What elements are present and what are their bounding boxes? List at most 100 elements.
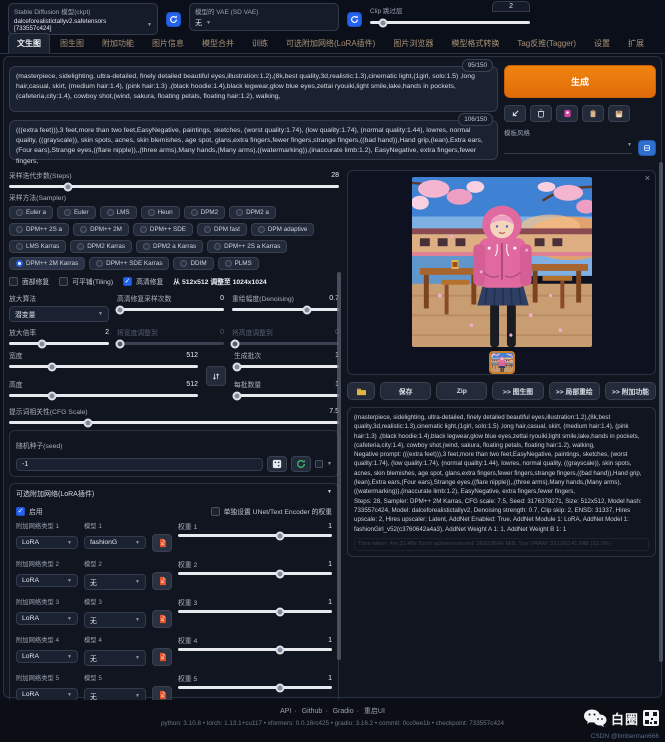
- resize-width-slider[interactable]: [117, 342, 224, 345]
- hires-steps-slider[interactable]: [117, 308, 224, 311]
- gallery-thumbnail[interactable]: [489, 351, 515, 374]
- sampler-option[interactable]: PLMS: [218, 257, 259, 270]
- github-link[interactable]: Github: [302, 708, 323, 715]
- save-image-button[interactable]: 保存: [380, 382, 431, 400]
- tab-model-converter[interactable]: 模型格式转换: [443, 34, 507, 53]
- width-slider[interactable]: [9, 365, 198, 368]
- swap-dimensions-button[interactable]: [206, 366, 226, 386]
- close-icon[interactable]: ×: [645, 173, 650, 183]
- checkpoint-dropdown[interactable]: Stable Diffusion 模型(ckpt) dalceforealist…: [8, 3, 158, 35]
- extra-seed-checkbox[interactable]: [315, 460, 323, 468]
- zip-button[interactable]: Zip: [436, 382, 487, 400]
- send-to-inpaint-button[interactable]: >> 局部重绘: [549, 382, 600, 400]
- style-dropdown[interactable]: ▼: [504, 142, 632, 154]
- lora-type-dropdown[interactable]: LoRA▼: [16, 536, 78, 549]
- lora-model-file-button[interactable]: [152, 648, 172, 666]
- clip-skip-value[interactable]: 2: [492, 1, 530, 12]
- tab-img2img[interactable]: 图生图: [52, 34, 92, 53]
- settings-scrollbar[interactable]: [337, 272, 341, 660]
- height-slider[interactable]: [9, 394, 198, 397]
- tab-settings[interactable]: 设置: [586, 34, 618, 53]
- face-restore-checkbox[interactable]: 面部修复: [9, 276, 49, 286]
- lora-model-dropdown[interactable]: 无▼: [84, 574, 146, 590]
- lora-weight-slider[interactable]: [178, 572, 332, 575]
- sampler-option[interactable]: LMS: [100, 206, 137, 219]
- vae-dropdown[interactable]: 模型的 VAE (SD VAE) 无▼: [189, 3, 339, 31]
- separate-weights-checkbox[interactable]: 单独设置 UNet/Text Encoder 的权重: [211, 506, 332, 516]
- upscale-by-slider[interactable]: [9, 342, 109, 345]
- generated-image[interactable]: [412, 177, 592, 347]
- steps-value[interactable]: 28: [331, 172, 339, 179]
- generate-button[interactable]: 生成: [504, 65, 656, 98]
- sampler-option[interactable]: DPM2: [184, 206, 226, 219]
- tab-train[interactable]: 训练: [244, 34, 276, 53]
- tab-extensions[interactable]: 扩展: [620, 34, 652, 53]
- sampler-option[interactable]: LMS Karras: [9, 240, 66, 253]
- sampler-option-selected[interactable]: DPM++ 2M Karras: [9, 257, 85, 270]
- tab-png-info[interactable]: 图片信息: [144, 34, 192, 53]
- lora-enable-checkbox[interactable]: ✓启用: [16, 506, 43, 516]
- lora-weight-slider[interactable]: [178, 648, 332, 651]
- refresh-checkpoint-button[interactable]: [166, 12, 181, 27]
- lora-model-file-button[interactable]: [152, 534, 172, 552]
- sampler-option[interactable]: Heun: [141, 206, 180, 219]
- reuse-seed-button[interactable]: [291, 456, 311, 472]
- apply-style-button[interactable]: [638, 140, 656, 156]
- page-scrollbar[interactable]: [659, 162, 663, 662]
- sampler-option[interactable]: DPM adaptive: [251, 223, 315, 236]
- restart-ui-link[interactable]: 重启UI: [364, 708, 385, 715]
- paste-prompt-button[interactable]: [582, 105, 604, 122]
- prompt-input[interactable]: 95/150 (masterpiece, sidelighting, ultra…: [9, 66, 498, 112]
- send-to-img2img-button[interactable]: >> 图生图: [492, 382, 543, 400]
- lora-weight-slider[interactable]: [178, 534, 332, 537]
- read-params-button[interactable]: [504, 105, 526, 122]
- lora-weight-slider[interactable]: [178, 610, 332, 613]
- tab-extras[interactable]: 附加功能: [94, 34, 142, 53]
- tab-image-browser[interactable]: 图片浏览器: [385, 34, 441, 53]
- send-to-extras-button[interactable]: >> 附加功能: [605, 382, 656, 400]
- sampler-option[interactable]: DPM2 Karras: [70, 240, 132, 253]
- cfg-slider[interactable]: [9, 421, 339, 424]
- open-folder-button[interactable]: [347, 382, 375, 400]
- style-card-button[interactable]: [556, 105, 578, 122]
- sampler-option[interactable]: DDIM: [173, 257, 213, 270]
- tiling-checkbox[interactable]: 可平铺(Tiling): [59, 276, 113, 286]
- sampler-option[interactable]: DPM++ SDE: [133, 223, 193, 236]
- refresh-vae-button[interactable]: [347, 12, 362, 27]
- sampler-option[interactable]: Euler: [57, 206, 96, 219]
- lora-model-file-button[interactable]: [152, 572, 172, 590]
- sampler-option[interactable]: DPM++ 2S a Karras: [207, 240, 287, 253]
- lora-type-dropdown[interactable]: LoRA▼: [16, 574, 78, 587]
- random-seed-button[interactable]: [267, 456, 287, 472]
- batch-count-slider[interactable]: [234, 365, 339, 368]
- lora-model-file-button[interactable]: [152, 610, 172, 628]
- tab-checkpoint-merger[interactable]: 模型合并: [194, 34, 242, 53]
- seed-input[interactable]: -1: [16, 458, 263, 471]
- api-link[interactable]: API: [280, 708, 291, 715]
- lora-model-dropdown[interactable]: fashionG▼: [84, 536, 146, 549]
- lora-type-dropdown[interactable]: LoRA▼: [16, 650, 78, 663]
- denoising-slider[interactable]: [232, 308, 339, 311]
- negative-prompt-input[interactable]: 106/150 (((extra feet))),3 feet,more tha…: [9, 120, 498, 160]
- sampler-option[interactable]: DPM fast: [197, 223, 247, 236]
- sampler-option[interactable]: DPM2 a Karras: [136, 240, 203, 253]
- sampler-option[interactable]: DPM++ SDE Karras: [89, 257, 169, 270]
- tab-additional-networks[interactable]: 可选附加网络(LoRA插件): [278, 34, 383, 53]
- tab-tagger[interactable]: Tag反推(Tagger): [509, 34, 584, 53]
- steps-slider[interactable]: [9, 185, 339, 188]
- resize-height-slider[interactable]: [232, 342, 339, 345]
- lora-model-dropdown[interactable]: 无▼: [84, 612, 146, 628]
- sampler-option[interactable]: DPM++ 2M: [73, 223, 129, 236]
- lora-model-dropdown[interactable]: 无▼: [84, 650, 146, 666]
- hires-fix-checkbox[interactable]: ✓高清修复: [123, 276, 163, 286]
- upscaler-dropdown[interactable]: 潜变量▼: [9, 306, 109, 322]
- sampler-option[interactable]: DPM++ 2S a: [9, 223, 69, 236]
- sampler-option[interactable]: DPM2 a: [229, 206, 276, 219]
- tab-txt2img[interactable]: 文生图: [8, 33, 50, 54]
- lora-type-dropdown[interactable]: LoRA▼: [16, 612, 78, 625]
- sampler-option[interactable]: Euler a: [9, 206, 53, 219]
- additional-networks-header[interactable]: 可选附加网络(LoRA插件)▼: [16, 489, 332, 499]
- gradio-link[interactable]: Gradio: [333, 708, 354, 715]
- save-style-button[interactable]: [608, 105, 630, 122]
- batch-size-slider[interactable]: [234, 394, 339, 397]
